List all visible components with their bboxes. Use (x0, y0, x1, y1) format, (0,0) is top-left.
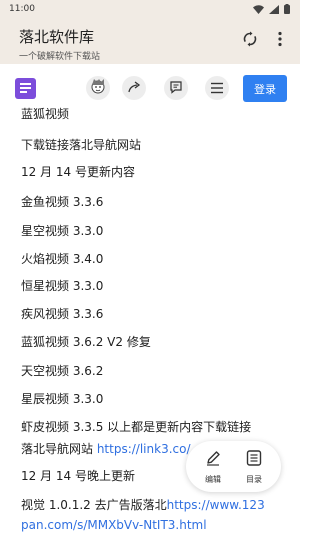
app-subtitle: 一个破解软件下载站 (19, 52, 101, 62)
battery-icon (284, 0, 290, 18)
content-line: 落北导航网站 https://link3.co/ (21, 442, 191, 456)
content-line: 星辰视频 3.3.0 (21, 392, 104, 406)
content-line: 蓝狐视频 3.6.2 V2 修复 (21, 335, 151, 349)
content-line: 虾皮视频 3.3.5 以上都是更新内容下载链接 (21, 420, 252, 434)
signal-icon (269, 0, 279, 18)
link-text[interactable]: pan.com/s/MMXbVv-NtIT3.html (21, 518, 207, 532)
app-title: 落北软件库 (19, 28, 95, 46)
more-vertical-icon (278, 31, 282, 51)
content-line: 疾风视频 3.3.6 (21, 307, 104, 321)
pencil-icon (204, 449, 222, 471)
content-line: 蓝狐视频 (21, 107, 70, 121)
status-icons (253, 0, 290, 18)
share-button[interactable] (122, 76, 146, 100)
content-line: 下载链接落北导航网站 (21, 138, 142, 152)
floating-action-bar: 编辑 目录 (186, 441, 281, 492)
content-line: 视觉 1.0.1.2 去广告版落北https://www.123 (21, 498, 265, 512)
list-icon (245, 449, 263, 471)
comment-button[interactable] (164, 76, 188, 100)
refresh-icon (242, 31, 258, 51)
edit-label: 编辑 (205, 475, 221, 484)
content-line: 恒星视频 3.3.0 (21, 279, 104, 293)
content-line: 金鱼视频 3.3.6 (21, 195, 104, 209)
wifi-icon (253, 0, 264, 18)
hamburger-menu-icon (210, 79, 224, 98)
edit-button[interactable]: 编辑 (193, 449, 233, 485)
more-options-button[interactable] (271, 31, 289, 51)
author-avatar[interactable] (86, 76, 110, 100)
content-line: 12 月 14 号更新内容 (21, 165, 135, 179)
link-text[interactable]: https://www.123 (167, 498, 265, 512)
share-icon (127, 79, 141, 98)
content-line: pan.com/s/MMXbVv-NtIT3.html (21, 518, 207, 532)
menu-button[interactable] (205, 76, 229, 100)
status-bar: 11:00 (0, 0, 300, 17)
app-bar: 落北软件库 一个破解软件下载站 (0, 17, 300, 64)
toc-label: 目录 (246, 475, 262, 484)
cartoon-face-icon (89, 77, 107, 99)
content-line: 火焰视频 3.4.0 (21, 252, 104, 266)
link-text[interactable]: https://link3.co/ (97, 442, 191, 456)
comment-icon (169, 79, 183, 98)
content-line: 星空视频 3.3.0 (21, 224, 104, 238)
site-logo-icon[interactable] (15, 78, 36, 99)
toc-button[interactable]: 目录 (234, 449, 274, 485)
login-button[interactable]: 登录 (243, 75, 287, 102)
status-time: 11:00 (9, 3, 35, 14)
refresh-button[interactable] (241, 31, 259, 51)
content-line: 12 月 14 号晚上更新 (21, 469, 135, 483)
content-line: 天空视频 3.6.2 (21, 364, 104, 378)
